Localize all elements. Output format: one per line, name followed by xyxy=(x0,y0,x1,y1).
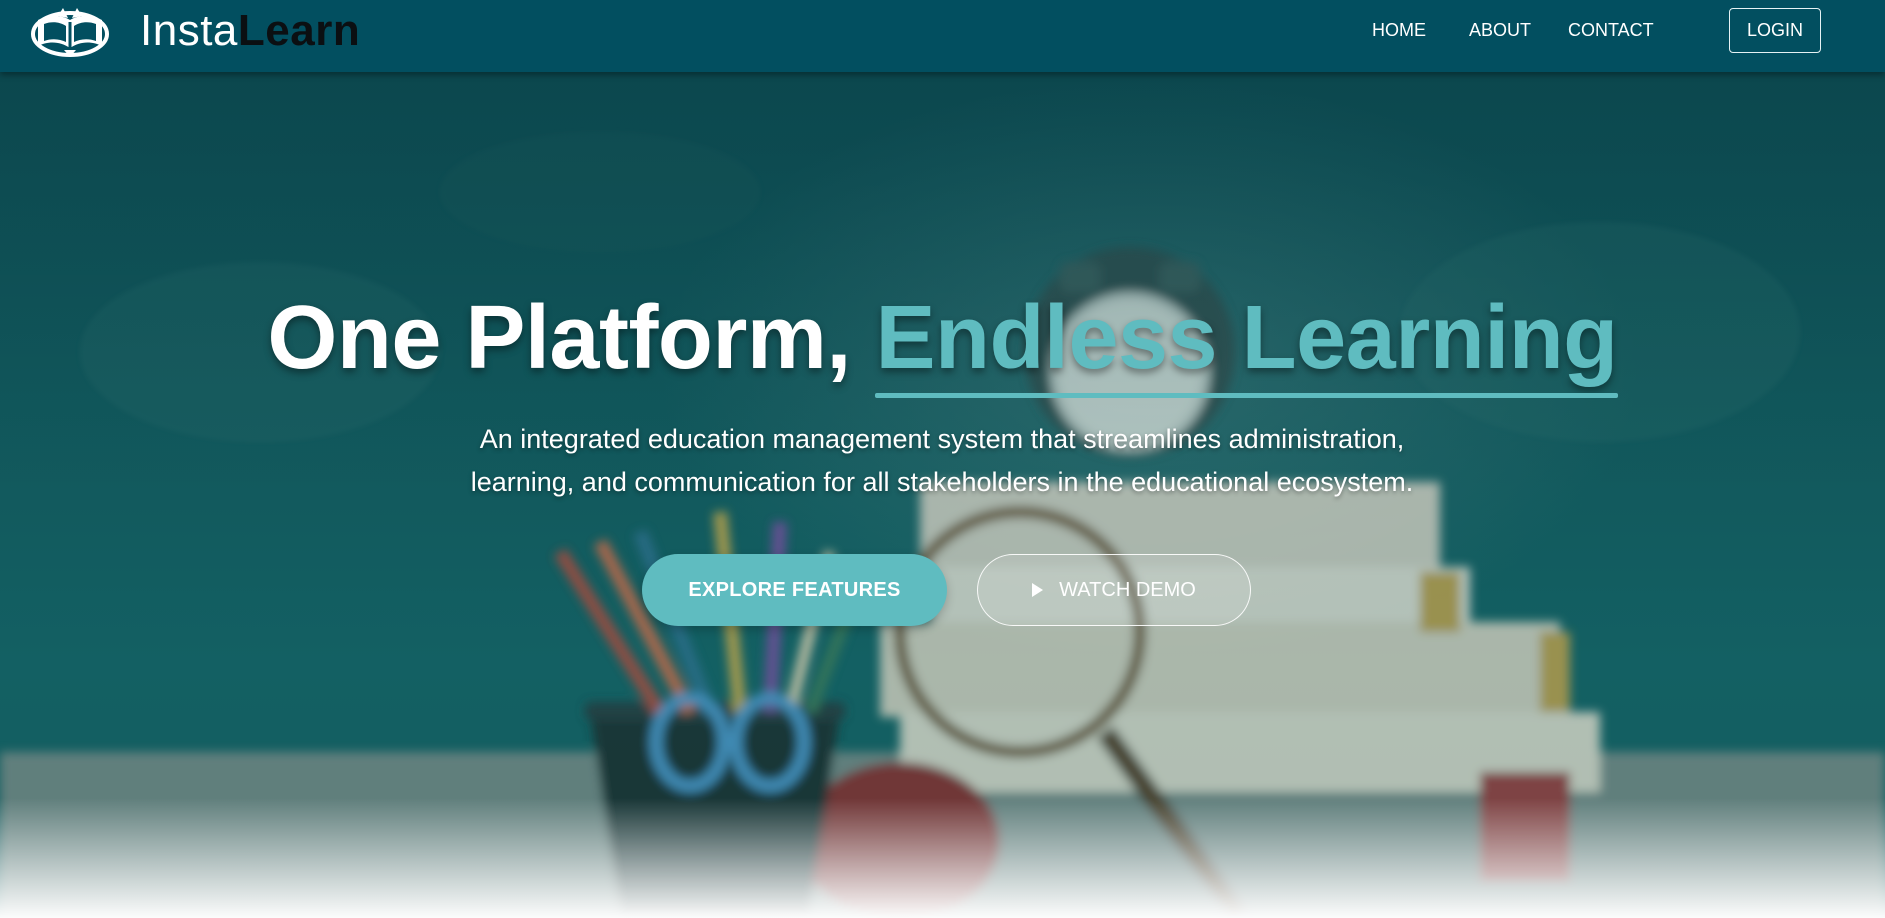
hero-subtitle: An integrated education management syste… xyxy=(442,418,1442,504)
nav-contact-link[interactable]: CONTACT xyxy=(1568,19,1654,41)
hero-bottom-fade xyxy=(0,798,1885,918)
brand-name-part1: Insta xyxy=(140,6,238,55)
explore-features-button[interactable]: EXPLORE FEATURES xyxy=(642,554,947,626)
headline-plain: One Platform, xyxy=(267,288,876,388)
login-button[interactable]: LOGIN xyxy=(1729,8,1821,53)
headline-accent: Endless Learning xyxy=(875,288,1618,398)
open-book-logo-icon[interactable] xyxy=(30,6,110,58)
watch-demo-label: WATCH DEMO xyxy=(1059,578,1196,601)
navbar: InstaLearn HOME ABOUT CONTACT LOGIN xyxy=(0,0,1885,72)
hero-subtitle-line-1: An integrated education management syste… xyxy=(479,424,1405,454)
hero-subtitle-line-2: learning, and communication for all stak… xyxy=(470,467,1414,497)
hero-section: One Platform, Endless Learning An integr… xyxy=(0,72,1885,918)
brand-name-part2: Learn xyxy=(237,6,361,55)
play-icon xyxy=(1032,583,1044,597)
brand-name[interactable]: InstaLearn xyxy=(140,6,360,56)
nav-home-link[interactable]: HOME xyxy=(1372,19,1426,41)
watch-demo-button[interactable]: WATCH DEMO xyxy=(977,554,1251,626)
nav-about-link[interactable]: ABOUT xyxy=(1469,19,1531,41)
hero-headline: One Platform, Endless Learning xyxy=(0,288,1885,398)
